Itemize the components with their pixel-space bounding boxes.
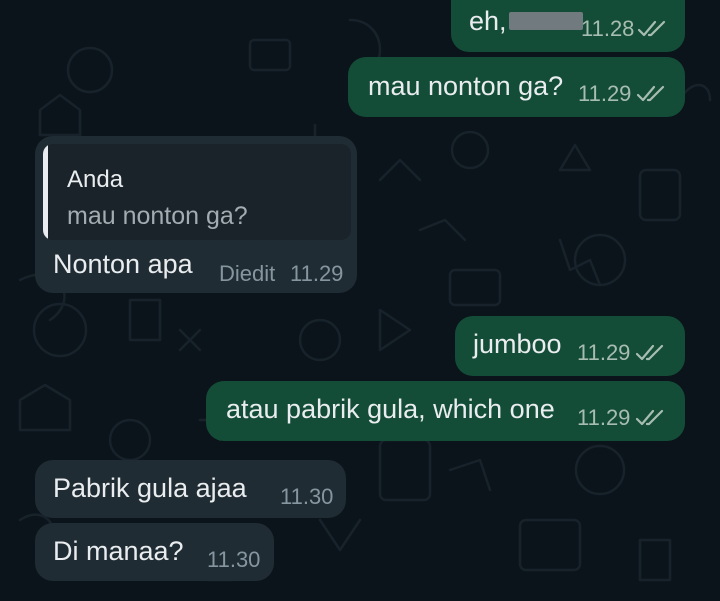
outgoing-message[interactable]: eh, 11.28	[451, 0, 685, 52]
incoming-message[interactable]: Anda mau nonton ga? Nonton apa Diedit 11…	[35, 136, 357, 293]
message-time: 11.29	[577, 405, 631, 430]
incoming-message[interactable]: Pabrik gula ajaa 11.30	[35, 460, 346, 518]
quoted-message[interactable]: Anda mau nonton ga?	[43, 144, 351, 240]
message-time: 11.29	[578, 81, 632, 106]
outgoing-message[interactable]: atau pabrik gula, which one 11.29	[206, 381, 685, 441]
quoted-text: mau nonton ga?	[67, 202, 248, 230]
message-time: 11.30	[280, 484, 334, 509]
quoted-author: Anda	[67, 166, 124, 193]
message-time: 11.29	[290, 261, 344, 286]
redacted-text	[508, 11, 583, 30]
message-time: 11.29	[577, 340, 631, 365]
message-text: Nonton apa	[53, 249, 193, 279]
quote-bar	[43, 144, 48, 240]
message-text: mau nonton ga?	[368, 71, 564, 101]
edited-label: Diedit	[219, 261, 276, 286]
double-check-icon	[635, 344, 665, 362]
message-text: atau pabrik gula, which one	[226, 394, 555, 424]
message-text: jumboo	[473, 329, 562, 359]
message-text: Di manaa?	[53, 536, 184, 566]
double-check-icon	[636, 85, 666, 103]
outgoing-message[interactable]: mau nonton ga? 11.29	[348, 57, 685, 117]
message-text-prefix: eh,	[469, 6, 507, 36]
incoming-message[interactable]: Di manaa? 11.30	[35, 523, 274, 581]
message-time: 11.28	[581, 16, 635, 41]
outgoing-message[interactable]: jumboo 11.29	[455, 316, 685, 376]
message-text: Pabrik gula ajaa	[53, 473, 247, 503]
message-text: eh,	[469, 6, 583, 36]
message-time: 11.30	[207, 547, 261, 572]
double-check-icon	[637, 20, 667, 38]
double-check-icon	[635, 409, 665, 427]
